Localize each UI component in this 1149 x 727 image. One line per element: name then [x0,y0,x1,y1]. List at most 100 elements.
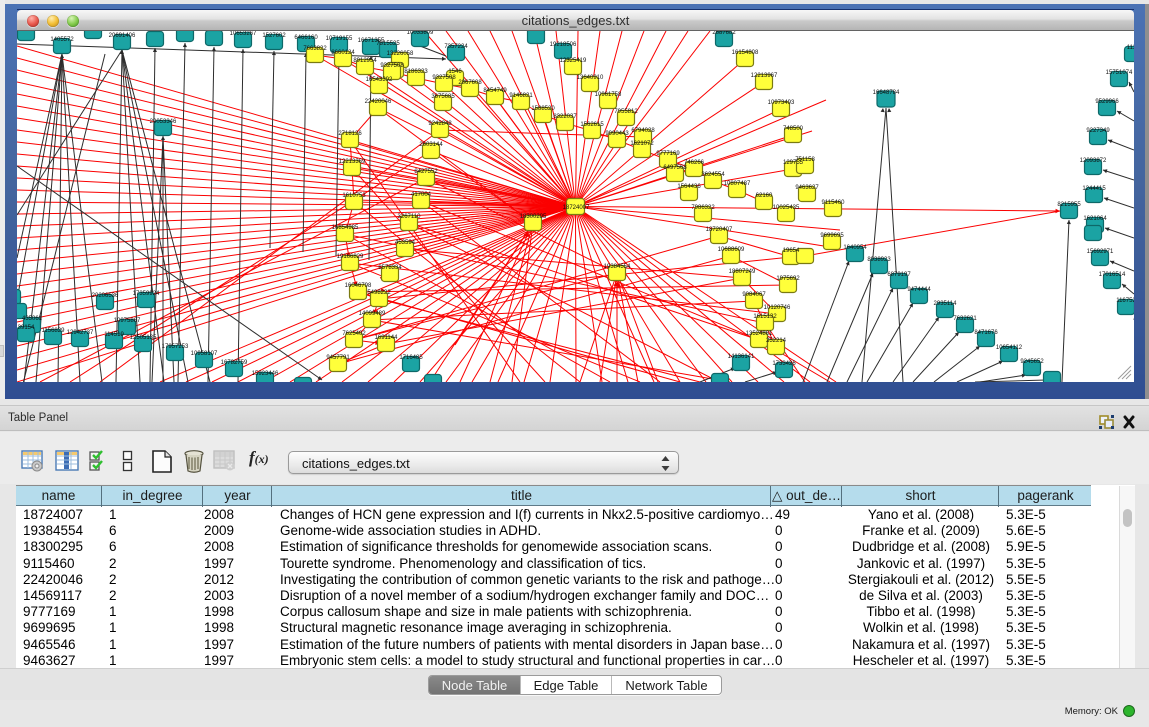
svg-text:14099489: 14099489 [359,311,386,317]
svg-text:16046798: 16046798 [345,283,372,289]
svg-text:12213967: 12213967 [751,73,778,79]
svg-text:1588520: 1588520 [531,106,555,112]
svg-text:1733426: 1733426 [772,361,796,367]
svg-text:16154808: 16154808 [732,50,759,56]
svg-text:1610753: 1610753 [342,193,366,199]
svg-text:10961758: 10961758 [595,92,622,98]
svg-text:7986322: 7986322 [691,205,715,211]
svg-text:2603144: 2603144 [419,142,443,148]
svg-text:8454749: 8454749 [483,88,507,94]
svg-text:9529966: 9529966 [1095,99,1119,105]
svg-text:16648784: 16648784 [873,90,900,96]
svg-text:19218506: 19218506 [550,42,577,48]
svg-text:8427552: 8427552 [414,169,438,175]
svg-text:7663822: 7663822 [303,46,327,52]
svg-text:8813054: 8813054 [524,31,548,33]
svg-text:9227349: 9227349 [1086,128,1110,134]
svg-text:8322037: 8322037 [553,114,577,120]
svg-text:453594: 453594 [395,240,416,246]
svg-text:8660124: 8660124 [331,50,355,56]
svg-text:6794028: 6794028 [631,128,655,134]
svg-text:6879197: 6879197 [887,272,911,278]
svg-text:19166829: 19166829 [337,254,364,260]
svg-text:12325419: 12325419 [560,58,587,64]
svg-text:1244415: 1244415 [1082,186,1106,192]
svg-text:10975867: 10975867 [114,318,141,324]
svg-text:1112: 1112 [1127,45,1134,51]
svg-text:18807249: 18807249 [729,269,756,275]
svg-text:12213369: 12213369 [339,159,366,165]
svg-text:9474444: 9474444 [907,287,931,293]
svg-text:10120746: 10120746 [764,305,791,311]
svg-text:20691406: 20691406 [109,33,136,39]
svg-text:8186323: 8186323 [404,69,428,75]
svg-text:1527602: 1527602 [262,33,286,39]
svg-text:9457791: 9457791 [326,355,350,361]
svg-text:62160: 62160 [756,193,773,199]
svg-text:17016514: 17016514 [1099,272,1126,278]
svg-text:1615132: 1615132 [753,314,777,320]
svg-text:7625402: 7625402 [342,331,366,337]
svg-text:22420046: 22420046 [365,99,392,105]
svg-text:19384554: 19384554 [604,264,631,270]
svg-text:13226058: 13226058 [387,51,414,57]
svg-text:15751074: 15751074 [1106,70,1133,76]
svg-text:3675685: 3675685 [431,94,455,100]
svg-text:9327508: 9327508 [380,63,404,69]
svg-text:1405572: 1405572 [50,37,74,43]
svg-text:12942737: 12942737 [67,330,94,336]
svg-text:10807487: 10807487 [724,181,751,187]
svg-text:1691144: 1691144 [375,335,399,341]
svg-text:252214: 252214 [766,338,787,344]
svg-text:9777169: 9777169 [656,151,680,157]
svg-text:18724007: 18724007 [563,205,590,211]
svg-text:8215955: 8215955 [1057,202,1081,208]
svg-text:8938923: 8938923 [867,257,891,263]
svg-text:2935114: 2935114 [934,301,958,307]
svg-text:1716485: 1716485 [399,355,423,361]
svg-text:10973493: 10973493 [768,100,795,106]
svg-text:9463627: 9463627 [795,185,819,191]
svg-text:10033809: 10033809 [407,31,434,36]
svg-text:9115460: 9115460 [822,200,846,206]
svg-text:13524861: 13524861 [746,331,773,337]
svg-text:435061: 435061 [22,316,43,322]
svg-text:116753: 116753 [1116,298,1134,304]
svg-text:1156829: 1156829 [42,328,66,334]
svg-text:1621072: 1621072 [630,141,654,147]
svg-text:9699695: 9699695 [820,233,844,239]
svg-text:18720407: 18720407 [706,227,733,233]
svg-text:5498222: 5498222 [367,290,391,296]
svg-text:10719155: 10719155 [326,36,353,42]
svg-text:29053346: 29053346 [150,119,177,125]
svg-text:10653267: 10653267 [230,31,257,37]
svg-text:20206536: 20206536 [92,293,119,299]
svg-text:1621064: 1621064 [1083,216,1107,222]
svg-text:8912954: 8912954 [353,58,377,64]
svg-text:17957253: 17957253 [162,344,189,350]
svg-text:8578334: 8578334 [378,265,402,271]
svg-text:10958107: 10958107 [191,351,218,357]
svg-text:9245652: 9245652 [1020,359,1044,365]
svg-text:10654112: 10654112 [996,345,1023,351]
svg-text:1640954: 1640954 [843,245,867,251]
svg-text:2867608: 2867608 [458,80,482,86]
svg-text:6466160: 6466160 [294,35,318,41]
svg-text:7955812: 7955812 [614,109,638,115]
svg-text:6497568: 6497568 [663,165,687,171]
svg-text:1564436: 1564436 [677,184,701,190]
svg-text:12505135: 12505135 [130,335,157,341]
svg-text:3267110: 3267110 [398,214,422,220]
svg-text:9242848: 9242848 [428,121,452,127]
svg-text:2687682: 2687682 [712,31,736,36]
svg-text:16854985: 16854985 [332,225,359,231]
svg-text:748500: 748500 [783,126,804,132]
svg-text:8471676: 8471676 [974,330,998,336]
svg-text:19654: 19654 [783,248,800,254]
svg-text:9084067: 9084067 [742,292,766,298]
svg-text:16543392: 16543392 [366,77,393,83]
svg-text:18300295: 18300295 [520,214,547,220]
svg-text:9990443: 9990443 [605,131,629,137]
svg-text:7515525: 7515525 [376,41,400,47]
svg-text:17359924: 17359924 [133,291,160,297]
